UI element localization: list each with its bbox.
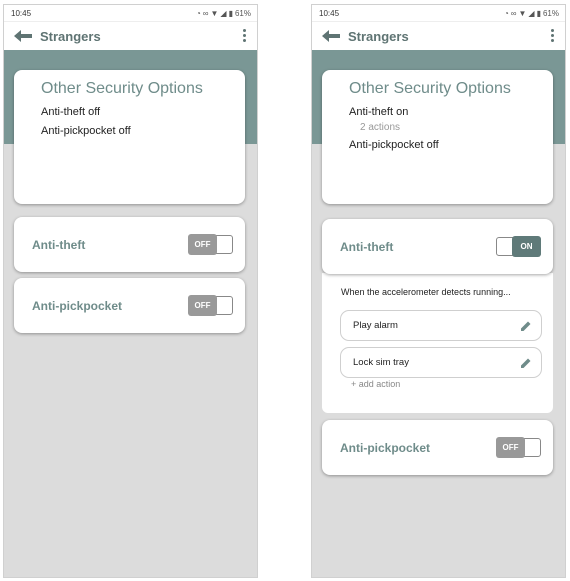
toggle-state: OFF xyxy=(188,234,217,255)
action-label: Lock sim tray xyxy=(353,357,409,368)
signal-icon: ◢ xyxy=(528,8,535,18)
toggle-state: ON xyxy=(512,236,541,257)
anti-theft-status: Anti-theft off xyxy=(41,106,101,118)
action-label: Play alarm xyxy=(353,320,398,331)
summary-title: Other Security Options xyxy=(349,80,511,97)
wifi-icon: ▼ xyxy=(210,8,219,18)
app-title: Strangers xyxy=(40,28,101,44)
battery-icon: ▮ xyxy=(536,8,541,18)
back-arrow-icon[interactable] xyxy=(14,29,32,43)
link-icon: ∞ xyxy=(202,8,209,18)
more-options-icon[interactable] xyxy=(549,28,555,44)
app-title: Strangers xyxy=(348,28,409,44)
status-icons: ◔ ∞ ▼ ◢ ▮ 61% xyxy=(504,9,559,18)
status-time: 10:45 xyxy=(319,8,340,18)
action-item[interactable]: Play alarm xyxy=(340,310,542,341)
app-bar: Strangers xyxy=(4,22,257,50)
status-icons: ◔ ∞ ▼ ◢ ▮ 61% xyxy=(196,9,251,18)
do-not-disturb-icon: ◔ xyxy=(195,8,201,18)
trigger-description: When the accelerometer detects running..… xyxy=(341,287,511,297)
toggle-state: OFF xyxy=(496,437,525,458)
summary-title: Other Security Options xyxy=(41,80,203,97)
anti-pickpocket-toggle[interactable]: OFF xyxy=(496,437,541,458)
anti-theft-label: Anti-theft xyxy=(32,237,86,252)
signal-icon: ◢ xyxy=(220,8,227,18)
summary-card: Other Security Options Anti-theft off An… xyxy=(14,70,245,204)
anti-theft-actions-panel: When the accelerometer detects running..… xyxy=(322,273,553,413)
phone-screen-right: 10:45 ◔ ∞ ▼ ◢ ▮ 61% Strangers Other Secu… xyxy=(311,4,566,578)
battery-level: 61% xyxy=(234,8,251,18)
add-action-link[interactable]: + add action xyxy=(351,379,400,389)
anti-pickpocket-card: Anti-pickpocket OFF xyxy=(322,420,553,475)
battery-level: 61% xyxy=(542,8,559,18)
phone-screen-left: 10:45 ◔ ∞ ▼ ◢ ▮ 61% Strangers Other Secu… xyxy=(3,4,258,578)
anti-theft-toggle[interactable]: ON xyxy=(496,236,541,257)
anti-theft-label: Anti-theft xyxy=(340,239,394,254)
back-arrow-icon[interactable] xyxy=(322,29,340,43)
edit-pencil-icon[interactable] xyxy=(520,320,532,332)
anti-pickpocket-toggle[interactable]: OFF xyxy=(188,295,233,316)
status-bar: 10:45 ◔ ∞ ▼ ◢ ▮ 61% xyxy=(4,5,257,22)
wifi-icon: ▼ xyxy=(518,8,527,18)
anti-pickpocket-status: Anti-pickpocket off xyxy=(41,125,131,137)
edit-pencil-icon[interactable] xyxy=(520,357,532,369)
anti-pickpocket-card: Anti-pickpocket OFF xyxy=(14,278,245,333)
do-not-disturb-icon: ◔ xyxy=(503,8,509,18)
anti-pickpocket-label: Anti-pickpocket xyxy=(32,298,123,313)
anti-theft-toggle[interactable]: OFF xyxy=(188,234,233,255)
anti-theft-card: Anti-theft OFF xyxy=(14,217,245,272)
app-bar: Strangers xyxy=(312,22,565,50)
anti-pickpocket-label: Anti-pickpocket xyxy=(340,440,431,455)
anti-theft-status: Anti-theft on xyxy=(349,106,409,118)
anti-theft-actions-count: 2 actions xyxy=(360,122,401,133)
status-time: 10:45 xyxy=(11,8,32,18)
more-options-icon[interactable] xyxy=(241,28,247,44)
summary-card: Other Security Options Anti-theft on 2 a… xyxy=(322,70,553,204)
anti-pickpocket-status: Anti-pickpocket off xyxy=(349,139,439,151)
status-bar: 10:45 ◔ ∞ ▼ ◢ ▮ 61% xyxy=(312,5,565,22)
battery-icon: ▮ xyxy=(228,8,233,18)
action-item[interactable]: Lock sim tray xyxy=(340,347,542,378)
link-icon: ∞ xyxy=(510,8,517,18)
anti-theft-card: Anti-theft ON xyxy=(322,219,553,274)
toggle-state: OFF xyxy=(188,295,217,316)
